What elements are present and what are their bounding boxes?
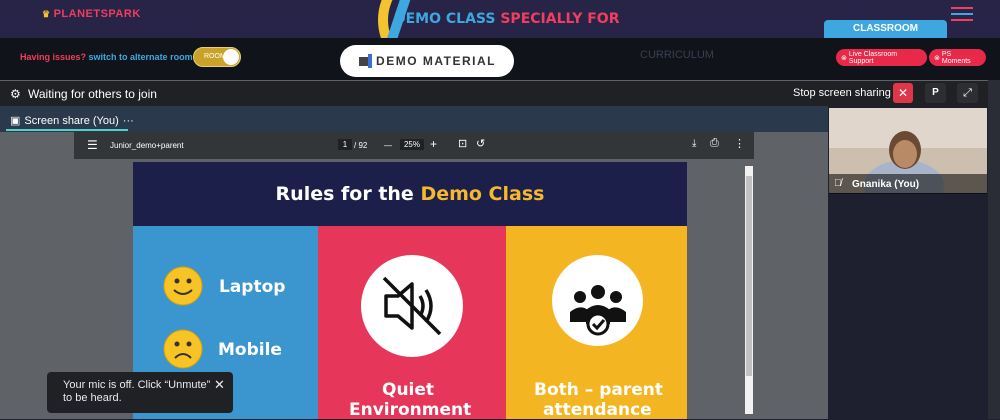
issues-text: Having issues? <box>20 52 87 62</box>
ps-moments-button[interactable]: ⊗ PS Moments <box>929 49 986 66</box>
more-options-icon[interactable]: ··· <box>123 115 134 127</box>
group-approved-icon <box>570 285 626 336</box>
toast-message: Your mic is off. Click “Unmute” to be he… <box>63 379 211 404</box>
slide-heading: Rules for the Demo Class <box>133 162 687 226</box>
gear-icon[interactable]: ⚙ <box>10 87 21 101</box>
demo-material-label: DEMO MATERIAL <box>376 54 496 68</box>
stop-screen-sharing-label: Stop screen sharing <box>793 87 891 99</box>
toggle-knob <box>223 49 239 65</box>
zoom-input[interactable]: 25% <box>400 139 424 150</box>
zoom-in-button[interactable]: + <box>430 137 437 151</box>
tab-label: Screen share (You) <box>24 114 119 127</box>
participant-avatar-button[interactable]: P <box>925 83 946 103</box>
fullscreen-icon[interactable]: ⤢ <box>957 83 978 103</box>
demo-material-button[interactable]: DEMO MATERIAL <box>340 45 514 77</box>
close-circle-icon: ⊗ <box>841 54 847 62</box>
print-icon[interactable]: ⎙ <box>710 137 719 150</box>
toast-close-button[interactable]: ✕ <box>214 377 225 393</box>
quiet-label: Quiet <box>382 380 435 400</box>
title-part-2: SPECIALLY FOR <box>500 11 620 27</box>
pdf-scroll-thumb[interactable] <box>746 176 752 376</box>
pdf-toolbar: ☰ Junior_demo+parent 1 / 92 — 25% + ⊡ ↺ … <box>74 132 754 159</box>
page-number-input[interactable]: 1 <box>338 139 352 150</box>
page-title: DEMO CLASS SPECIALLY FOR <box>394 11 620 27</box>
stop-sharing-button[interactable]: ✕ <box>893 83 913 103</box>
logo-text: PLANETSPARK <box>53 8 141 20</box>
page-scrollbar[interactable] <box>988 80 1000 419</box>
active-tab-indicator <box>6 129 128 131</box>
both-parent-label: Both – parent <box>534 380 663 400</box>
screen-share-icon: ▣ <box>10 115 21 127</box>
title-part-1: DEMO CLASS <box>394 11 496 27</box>
live-classroom-support-button[interactable]: ⊗ Live Classroom Support <box>836 49 927 66</box>
attendance-label: attendance <box>543 400 652 420</box>
mic-off-icon: 🎙̸ <box>834 178 842 189</box>
close-circle-icon: ⊗ <box>934 54 940 62</box>
download-icon[interactable]: ⤓ <box>692 138 696 149</box>
zoom-out-button[interactable]: — <box>384 141 392 150</box>
laptop-label: Laptop <box>219 277 286 297</box>
meeting-status: Waiting for others to join <box>28 87 157 101</box>
classroom-tab[interactable]: CLASSROOM <box>824 20 947 38</box>
slide-heading-part-1: Rules for the <box>275 183 414 205</box>
sad-face-icon <box>163 329 203 369</box>
participant-name: Gnanika (You) <box>852 179 920 190</box>
smiley-icon <box>163 266 203 306</box>
slide-heading-part-2: Demo Class <box>420 183 545 205</box>
mobile-label: Mobile <box>218 340 282 360</box>
crown-icon: ♛ <box>42 8 51 19</box>
fit-page-icon[interactable]: ⊡ <box>458 137 467 150</box>
pdf-menu-icon[interactable]: ☰ <box>87 138 98 152</box>
alternate-room-text: switch to alternate room <box>88 52 193 62</box>
folder-icon <box>359 54 373 68</box>
alternate-room-prompt: Having issues? switch to alternate room <box>20 52 193 62</box>
alternate-room-toggle[interactable]: ROOM <box>193 47 241 67</box>
page-total: / 92 <box>354 141 368 150</box>
mute-speaker-icon <box>382 276 442 336</box>
planetspark-logo: ♛ PLANETSPARK <box>42 8 141 20</box>
live-support-label: Live Classroom Support <box>848 50 898 65</box>
environment-label: Environment <box>349 400 472 420</box>
ps-moments-label: PS Moments <box>941 50 971 65</box>
tab-screen-share[interactable]: ▣ Screen share (You) ··· <box>10 114 134 128</box>
hamburger-icon[interactable] <box>951 7 973 25</box>
rotate-icon[interactable]: ↺ <box>476 137 485 150</box>
pdf-filename: Junior_demo+parent <box>110 141 184 150</box>
more-vert-icon[interactable]: ⋮ <box>734 137 745 150</box>
curriculum-link[interactable]: CURRICULUM <box>640 49 714 61</box>
